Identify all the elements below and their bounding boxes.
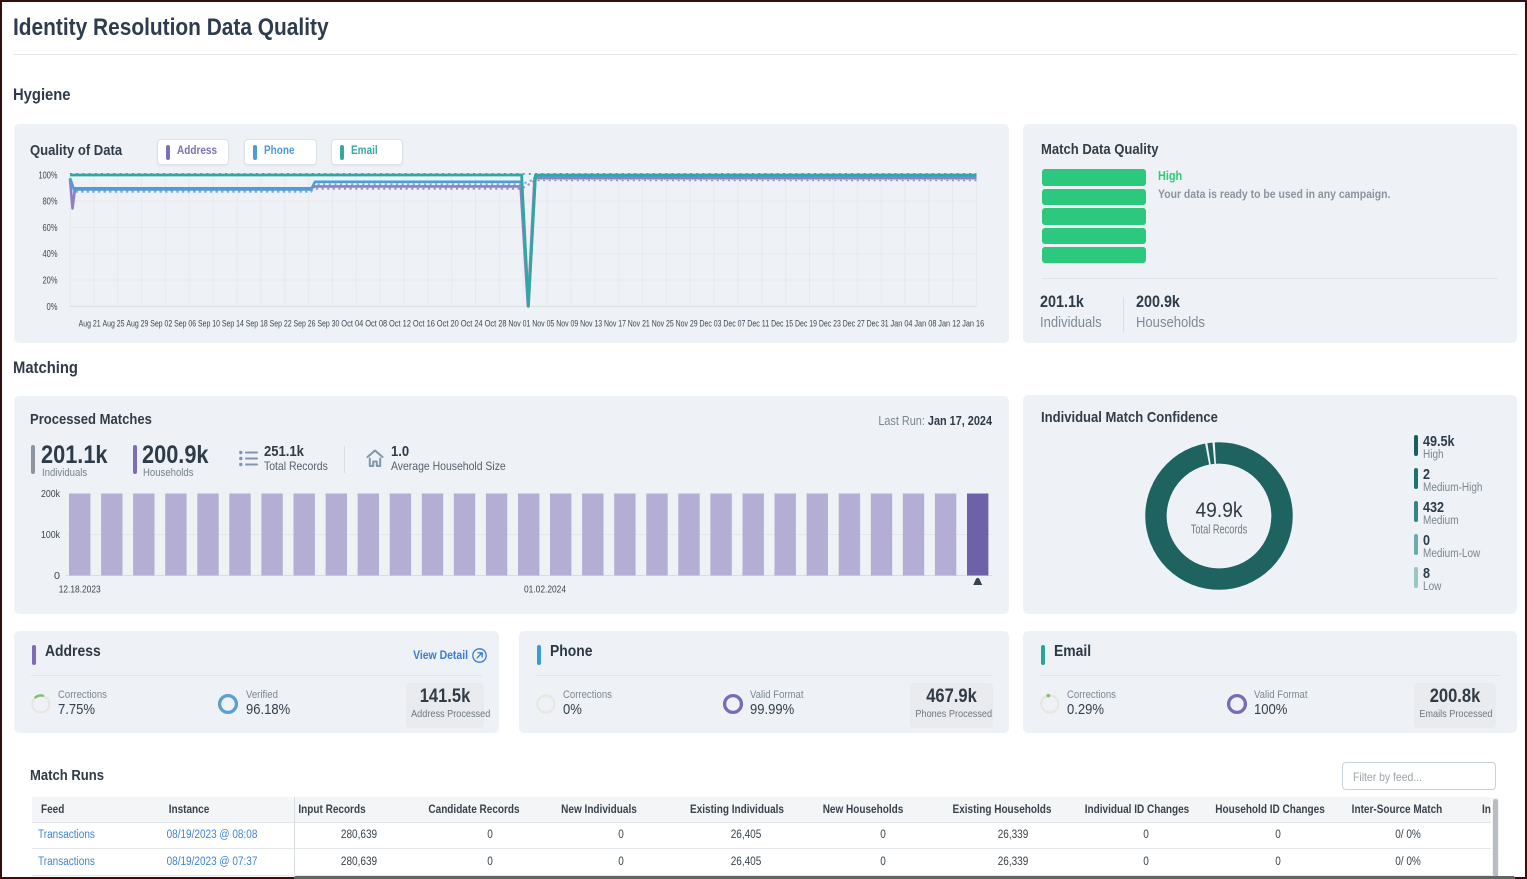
svg-text:200k: 200k bbox=[41, 488, 61, 500]
svg-text:Nov 17: Nov 17 bbox=[604, 319, 626, 330]
svg-text:40%: 40% bbox=[43, 248, 58, 260]
svg-text:Dec 03: Dec 03 bbox=[700, 319, 722, 330]
svg-text:80%: 80% bbox=[43, 196, 58, 208]
svg-text:Nov 05: Nov 05 bbox=[532, 319, 554, 330]
svg-text:Dec 27: Dec 27 bbox=[843, 319, 865, 330]
svg-text:Nov 13: Nov 13 bbox=[580, 319, 602, 330]
svg-text:Oct 24: Oct 24 bbox=[461, 319, 483, 330]
svg-text:Dec 19: Dec 19 bbox=[795, 319, 817, 330]
svg-text:0%: 0% bbox=[47, 301, 58, 313]
svg-text:Sep 26: Sep 26 bbox=[294, 319, 316, 330]
svg-text:60%: 60% bbox=[43, 222, 58, 234]
svg-text:100k: 100k bbox=[41, 529, 61, 541]
svg-text:Sep 10: Sep 10 bbox=[198, 319, 220, 330]
svg-text:Sep 02: Sep 02 bbox=[150, 319, 172, 330]
svg-text:Jan 08: Jan 08 bbox=[914, 319, 936, 330]
svg-text:Nov 09: Nov 09 bbox=[556, 319, 578, 330]
svg-text:Oct 08: Oct 08 bbox=[365, 319, 387, 330]
svg-text:Dec 11: Dec 11 bbox=[747, 319, 769, 330]
svg-text:Dec 07: Dec 07 bbox=[723, 319, 745, 330]
svg-text:0: 0 bbox=[54, 570, 60, 582]
svg-text:Jan 04: Jan 04 bbox=[891, 319, 913, 330]
svg-text:Dec 23: Dec 23 bbox=[819, 319, 841, 330]
svg-text:Sep 22: Sep 22 bbox=[270, 319, 292, 330]
svg-text:Sep 14: Sep 14 bbox=[222, 319, 244, 330]
svg-text:Oct 04: Oct 04 bbox=[341, 319, 363, 330]
svg-text:Aug 29: Aug 29 bbox=[126, 319, 148, 330]
svg-text:Nov 21: Nov 21 bbox=[628, 319, 650, 330]
svg-text:Oct 20: Oct 20 bbox=[437, 319, 459, 330]
svg-text:Sep 18: Sep 18 bbox=[246, 319, 268, 330]
svg-text:Nov 25: Nov 25 bbox=[652, 319, 674, 330]
svg-text:100%: 100% bbox=[39, 169, 58, 181]
svg-text:Dec 31: Dec 31 bbox=[867, 319, 889, 330]
svg-text:Oct 12: Oct 12 bbox=[389, 319, 411, 330]
svg-text:Jan 12: Jan 12 bbox=[938, 319, 960, 330]
svg-text:Aug 25: Aug 25 bbox=[103, 319, 125, 330]
svg-text:12.18.2023: 12.18.2023 bbox=[59, 584, 101, 596]
svg-text:20%: 20% bbox=[43, 275, 58, 287]
svg-text:Sep 30: Sep 30 bbox=[317, 319, 339, 330]
svg-text:Dec 15: Dec 15 bbox=[771, 319, 793, 330]
svg-text:Total Records: Total Records bbox=[1191, 523, 1248, 537]
svg-text:Nov 29: Nov 29 bbox=[676, 319, 698, 330]
svg-text:01.02.2024: 01.02.2024 bbox=[524, 584, 566, 596]
svg-text:Aug 21: Aug 21 bbox=[79, 319, 101, 330]
svg-text:Jan 16: Jan 16 bbox=[962, 319, 984, 330]
svg-text:49.9k: 49.9k bbox=[1196, 498, 1243, 522]
svg-text:Oct 16: Oct 16 bbox=[413, 319, 435, 330]
svg-text:Nov 01: Nov 01 bbox=[508, 319, 530, 330]
svg-text:Sep 06: Sep 06 bbox=[174, 319, 196, 330]
svg-text:Oct 28: Oct 28 bbox=[485, 319, 507, 330]
